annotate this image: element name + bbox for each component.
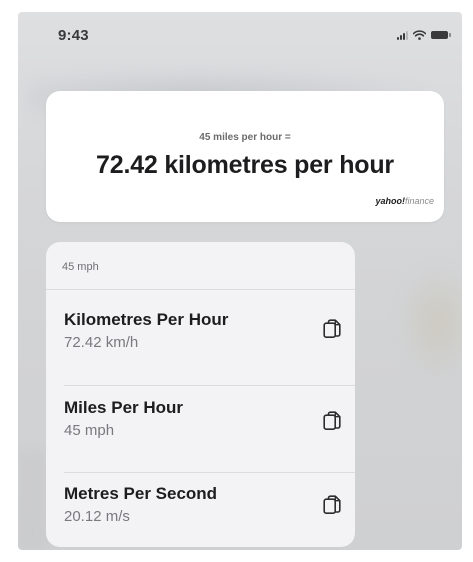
- copy-button[interactable]: [321, 317, 343, 343]
- divider: [64, 472, 355, 473]
- conversion-input-label: 45 mph: [62, 261, 99, 273]
- wifi-icon: [413, 30, 426, 40]
- conversion-unit-value: 45 mph: [64, 422, 115, 439]
- background-blur: [18, 452, 48, 550]
- copy-button[interactable]: [321, 493, 343, 519]
- conversion-unit-title: Kilometres Per Hour: [64, 310, 229, 329]
- conversion-answer-card[interactable]: 45 miles per hour = 72.42 kilometres per…: [46, 91, 444, 222]
- conversion-row-metres-per-second[interactable]: Metres Per Second 20.12 m/s: [46, 484, 355, 547]
- source-logo: yahoo!finance: [375, 196, 434, 206]
- conversion-result: 72.42 kilometres per hour: [96, 151, 394, 179]
- status-icons: [397, 30, 451, 40]
- conversion-unit-title: Miles Per Hour: [64, 398, 184, 417]
- conversion-unit-title: Metres Per Second: [64, 484, 218, 503]
- conversion-unit-value: 72.42 km/h: [64, 334, 139, 351]
- status-bar: 9:43: [18, 12, 462, 52]
- battery-icon: [431, 31, 451, 39]
- copy-icon: [323, 411, 341, 430]
- copy-icon: [323, 319, 341, 338]
- copy-button[interactable]: [321, 409, 343, 435]
- conversion-unit-value: 20.12 m/s: [64, 508, 130, 525]
- phone-screen: 9:43 45 miles per hour = 72.42 kilometre…: [18, 12, 462, 550]
- cellular-signal-icon: [397, 30, 408, 40]
- divider: [64, 385, 355, 386]
- conversion-row-kilometres-per-hour[interactable]: Kilometres Per Hour 72.42 km/h: [46, 310, 355, 396]
- status-time: 9:43: [58, 27, 89, 44]
- background-blur: [398, 262, 462, 382]
- copy-icon: [323, 495, 341, 514]
- unit-conversions-card: 45 mph Kilometres Per Hour 72.42 km/h Mi…: [46, 242, 355, 547]
- query-label: 45 miles per hour =: [199, 132, 291, 143]
- divider: [46, 289, 355, 290]
